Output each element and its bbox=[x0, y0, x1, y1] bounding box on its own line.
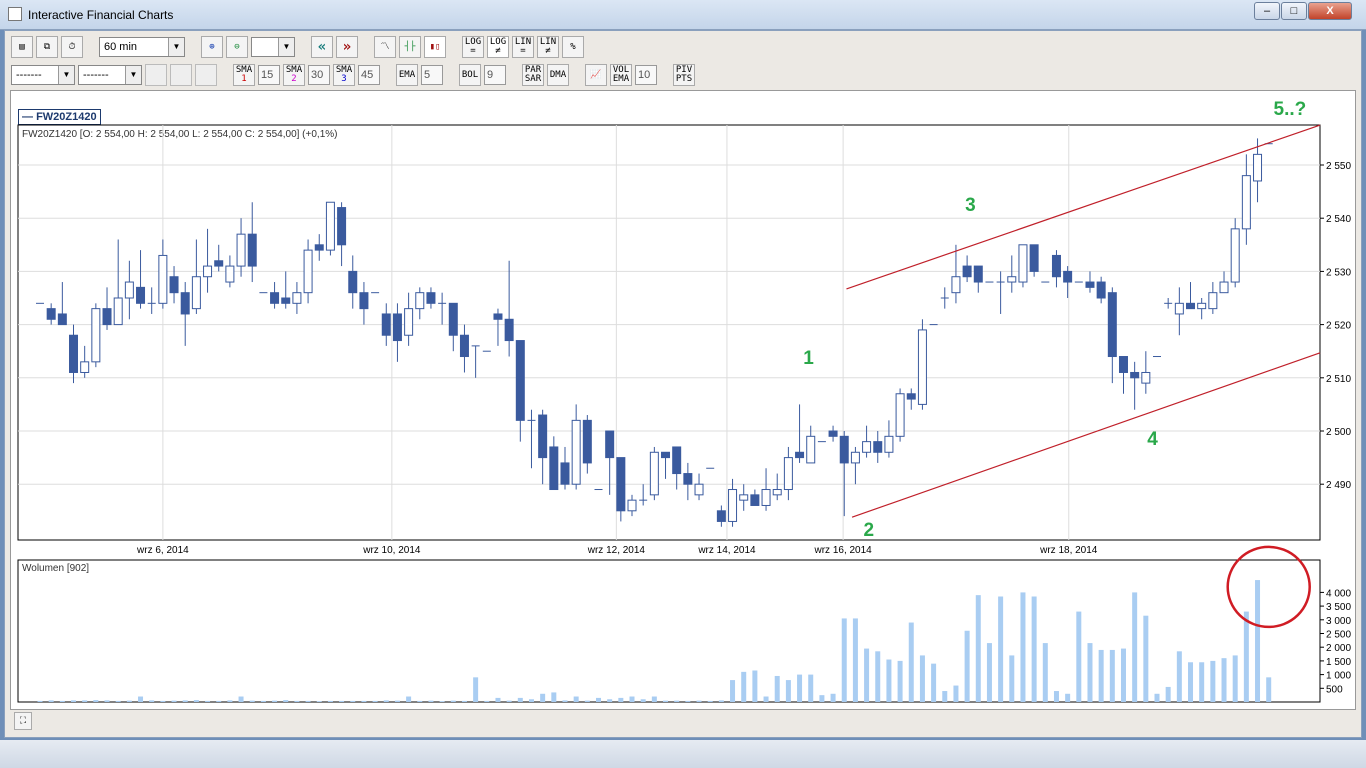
volema-input[interactable]: 10 bbox=[635, 65, 657, 85]
maximize-button[interactable]: □ bbox=[1281, 2, 1307, 20]
chart-panel bbox=[10, 90, 1356, 710]
bar-chart-icon[interactable]: ┤├ bbox=[399, 36, 421, 58]
zoom-in-icon[interactable]: ⊕ bbox=[201, 36, 223, 58]
lin-ne-button[interactable]: LIN ≠ bbox=[537, 36, 559, 58]
scroll-left-icon[interactable]: « bbox=[311, 36, 333, 58]
toolbar-main: ▤ ⧉ ⏱ 60 min ▼ ⊕ ⊖ ▼ « » 〽 ┤├ ▮▯ LOG = LO… bbox=[11, 34, 584, 60]
app-icon bbox=[8, 7, 22, 21]
ema-button[interactable]: EMA bbox=[396, 64, 418, 86]
fit-screen-icon[interactable]: ⛶ bbox=[14, 712, 32, 730]
color-swatch-2[interactable] bbox=[170, 64, 192, 86]
status-bar: ⛶ bbox=[10, 712, 1356, 736]
dma-button[interactable]: DMA bbox=[547, 64, 569, 86]
zoom-select[interactable]: ▼ bbox=[251, 37, 295, 57]
chevron-down-icon: ▼ bbox=[168, 38, 184, 56]
scroll-right-icon[interactable]: » bbox=[336, 36, 358, 58]
line-width-select[interactable]: ------- ▼ bbox=[78, 65, 142, 85]
line-width-value: ------- bbox=[83, 69, 109, 81]
line-chart-icon[interactable]: 〽 bbox=[374, 36, 396, 58]
stopwatch-icon[interactable]: ⏱ bbox=[61, 36, 83, 58]
sma3-button[interactable]: SMA 3 bbox=[333, 64, 355, 86]
ema-input[interactable]: 5 bbox=[421, 65, 443, 85]
sma1-input[interactable]: 15 bbox=[258, 65, 280, 85]
toolbar-indicators: ------- ▼ ------- ▼ SMA 1 15 SMA 2 30 SMA 3 4… bbox=[11, 62, 695, 88]
minimize-button[interactable]: – bbox=[1254, 2, 1280, 20]
sma1-button[interactable]: SMA 1 bbox=[233, 64, 255, 86]
bol-input[interactable]: 9 bbox=[484, 65, 506, 85]
pivpts-button[interactable]: PIV PTS bbox=[673, 64, 695, 86]
sma2-input[interactable]: 30 bbox=[308, 65, 330, 85]
chevron-down-icon: ▼ bbox=[278, 38, 294, 56]
line-style-value: ------- bbox=[16, 69, 42, 81]
zoom-out-icon[interactable]: ⊖ bbox=[226, 36, 248, 58]
log-ne-button[interactable]: LOG ≠ bbox=[487, 36, 509, 58]
sma3-index: 3 bbox=[341, 74, 347, 84]
chart-window-icon[interactable]: ▤ bbox=[11, 36, 33, 58]
parsar-button[interactable]: PAR SAR bbox=[522, 64, 544, 86]
symbol-label: FW20Z1420 bbox=[36, 111, 97, 123]
color-swatch-3[interactable] bbox=[195, 64, 217, 86]
chevron-down-icon: ▼ bbox=[58, 66, 74, 84]
interval-select[interactable]: 60 min ▼ bbox=[99, 37, 185, 57]
volume-chart-icon[interactable]: 📈 bbox=[585, 64, 607, 86]
volema-button[interactable]: VOL EMA bbox=[610, 64, 632, 86]
log-eq-button[interactable]: LOG = bbox=[462, 36, 484, 58]
symbol-legend[interactable]: — FW20Z1420 bbox=[18, 109, 101, 125]
taskbar bbox=[0, 740, 1366, 768]
color-swatch-1[interactable] bbox=[145, 64, 167, 86]
candle-chart-icon[interactable]: ▮▯ bbox=[424, 36, 446, 58]
bol-button[interactable]: BOL bbox=[459, 64, 481, 86]
sma2-button[interactable]: SMA 2 bbox=[283, 64, 305, 86]
title-bar: Interactive Financial Charts – □ X bbox=[0, 0, 1366, 30]
chevron-down-icon: ▼ bbox=[125, 66, 141, 84]
sma3-input[interactable]: 45 bbox=[358, 65, 380, 85]
lin-eq-button[interactable]: LIN = bbox=[512, 36, 534, 58]
line-style-select[interactable]: ------- ▼ bbox=[11, 65, 75, 85]
window-title: Interactive Financial Charts bbox=[28, 8, 174, 22]
sma1-index: 1 bbox=[241, 74, 247, 84]
new-window-icon[interactable]: ⧉ bbox=[36, 36, 58, 58]
sma2-index: 2 bbox=[291, 74, 297, 84]
percent-button[interactable]: % bbox=[562, 36, 584, 58]
close-button[interactable]: X bbox=[1308, 2, 1352, 20]
interval-value: 60 min bbox=[104, 41, 138, 53]
